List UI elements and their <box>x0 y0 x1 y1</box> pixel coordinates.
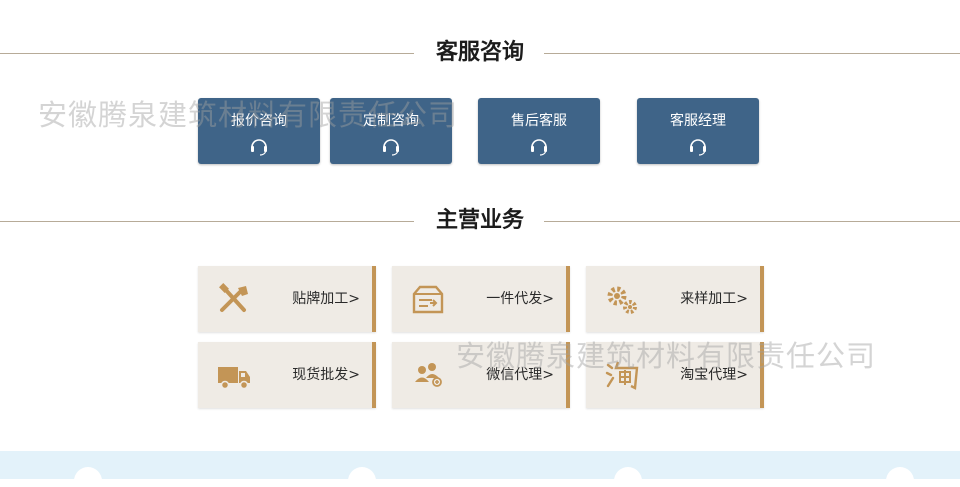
tools-icon <box>219 283 248 312</box>
decorative-circle <box>348 467 376 487</box>
sample-processing-card[interactable]: 来样加工> <box>586 266 764 332</box>
watermark-text: 安徽腾泉建筑材料有限责任公司 <box>38 98 459 132</box>
card-label: 贴牌加工> <box>292 291 360 307</box>
gears-icon <box>607 286 637 314</box>
button-label: 售后客服 <box>511 113 567 129</box>
card-label: 一件代发> <box>486 291 554 307</box>
button-label: 客服经理 <box>670 113 726 129</box>
consult-section-header: 客服咨询 <box>0 38 960 68</box>
headset-icon <box>251 139 267 156</box>
service-manager-button[interactable]: 客服经理 <box>637 98 759 164</box>
people-icon <box>415 363 442 387</box>
card-label: 来样加工> <box>680 291 748 307</box>
box-icon <box>412 285 444 314</box>
bottom-band <box>0 451 960 487</box>
card-label: 现货批发> <box>292 367 360 383</box>
decorative-circle <box>74 467 102 487</box>
headset-icon <box>383 139 399 156</box>
business-section-title: 主营业务 <box>435 208 524 233</box>
after-sales-button[interactable]: 售后客服 <box>478 98 600 164</box>
wholesale-card[interactable]: 现货批发> <box>198 342 376 408</box>
watermark-text: 安徽腾泉建筑材料有限责任公司 <box>456 339 877 373</box>
decorative-circle <box>886 467 914 487</box>
headset-icon <box>690 139 706 156</box>
dropshipping-card[interactable]: 一件代发> <box>392 266 570 332</box>
business-section-header: 主营业务 <box>0 206 960 236</box>
decorative-circle <box>614 467 642 487</box>
headset-icon <box>531 139 547 156</box>
oem-processing-card[interactable]: 贴牌加工> <box>198 266 376 332</box>
truck-icon <box>218 367 250 390</box>
consult-section-title: 客服咨询 <box>435 40 524 65</box>
